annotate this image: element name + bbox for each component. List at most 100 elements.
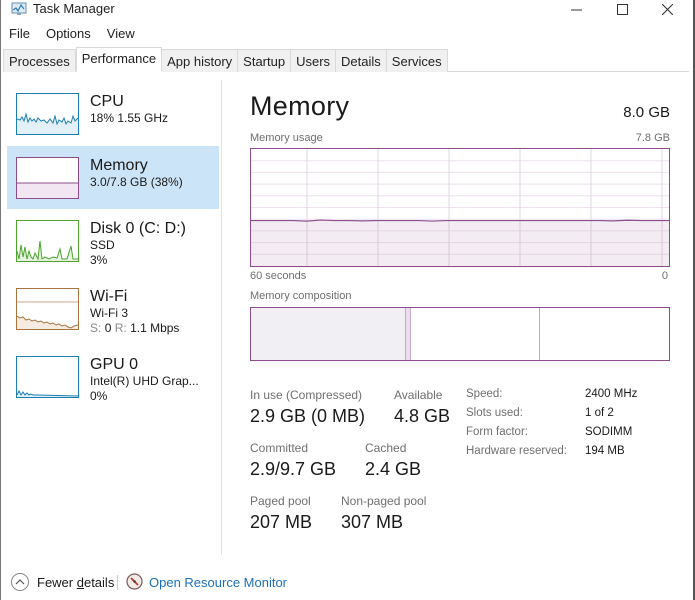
disk-label: Disk 0 (C: D:) bbox=[90, 220, 186, 237]
paged-pool-label: Paged pool bbox=[250, 494, 311, 508]
footer-divider bbox=[117, 575, 118, 590]
stat-available: Available 4.8 GB bbox=[394, 388, 450, 427]
graph-time-span: 60 seconds bbox=[250, 270, 307, 282]
disk-type: SSD bbox=[90, 238, 115, 252]
cached-label: Cached bbox=[365, 441, 407, 455]
memory-usage-max: 7.8 GB bbox=[635, 132, 670, 144]
minimize-icon bbox=[570, 9, 582, 10]
committed-value: 2.9/9.7 GB bbox=[250, 459, 337, 479]
wifi-send-label: S: bbox=[90, 321, 102, 335]
stat-cached: Cached 2.4 GB bbox=[365, 441, 421, 480]
paged-pool-value: 207 MB bbox=[250, 512, 313, 532]
menu-bar: File Options View bbox=[1, 25, 143, 45]
title-bar: Task Manager bbox=[1, 0, 693, 22]
tab-startup[interactable]: Startup bbox=[238, 49, 292, 72]
cpu-thumbnail-graph bbox=[16, 93, 79, 135]
spec-slots-key: Slots used: bbox=[466, 407, 523, 419]
fewer-details-suffix: etails bbox=[83, 575, 115, 590]
window-title: Task Manager bbox=[33, 1, 115, 16]
footer-bar: Fewer details Open Resource Monitor bbox=[1, 570, 693, 598]
disk-thumbnail-graph bbox=[16, 220, 79, 262]
cpu-usage: 18% 1.55 GHz bbox=[90, 111, 169, 125]
maximize-icon bbox=[616, 3, 628, 15]
in-use-value: 2.9 GB (0 MB) bbox=[250, 406, 366, 426]
memory-usage-line bbox=[251, 219, 669, 222]
tab-strip: Processes Performance App history Startu… bbox=[3, 47, 689, 72]
memory-usage-label: Memory usage bbox=[250, 132, 323, 144]
stat-non-paged-pool: Non-paged pool 307 MB bbox=[341, 494, 426, 533]
page-title: Memory bbox=[250, 91, 350, 121]
composition-free-segment bbox=[540, 308, 669, 360]
maximize-button[interactable] bbox=[599, 0, 645, 18]
graph-time-now: 0 bbox=[661, 270, 668, 282]
memory-usage-area bbox=[251, 220, 669, 266]
committed-label: Committed bbox=[250, 441, 309, 455]
spec-form-factor-value: SODIMM bbox=[585, 426, 633, 438]
wifi-adapter: Wi-Fi 3 bbox=[90, 306, 128, 320]
wifi-thumbnail-graph bbox=[16, 288, 79, 330]
cpu-label: CPU bbox=[90, 93, 124, 110]
tab-users[interactable]: Users bbox=[291, 49, 337, 72]
wifi-throughput: S: 0 R: 1.1 Mbps bbox=[90, 321, 179, 336]
spec-hardware-reserved-key: Hardware reserved: bbox=[466, 445, 567, 457]
tab-details[interactable]: Details bbox=[336, 49, 387, 72]
wifi-label: Wi-Fi bbox=[90, 288, 128, 305]
close-icon bbox=[661, 3, 673, 15]
memory-label: Memory bbox=[90, 157, 148, 174]
menu-file[interactable]: File bbox=[1, 25, 38, 45]
wifi-send-value: 0 bbox=[104, 321, 112, 335]
memory-composition-bar bbox=[250, 307, 670, 361]
sidebar-item-cpu[interactable]: CPU 18% 1.55 GHz bbox=[7, 82, 219, 145]
wifi-receive-label: R: bbox=[114, 321, 127, 335]
wifi-receive-value: 1.1 Mbps bbox=[130, 321, 180, 335]
spec-slots-value: 1 of 2 bbox=[585, 407, 614, 419]
available-label: Available bbox=[394, 388, 443, 402]
gpu-thumbnail-graph bbox=[16, 356, 79, 398]
close-button[interactable] bbox=[644, 0, 690, 18]
sidebar-item-gpu[interactable]: GPU 0 Intel(R) UHD Grap... 0% bbox=[7, 345, 219, 408]
resource-monitor-icon bbox=[126, 573, 143, 590]
non-paged-pool-label: Non-paged pool bbox=[341, 494, 427, 508]
spec-form-factor-key: Form factor: bbox=[466, 426, 528, 438]
available-value: 4.8 GB bbox=[394, 406, 451, 426]
spec-hardware-reserved-value: 194 MB bbox=[585, 445, 625, 457]
memory-total: 8.0 GB bbox=[623, 104, 670, 121]
in-use-label: In use (Compressed) bbox=[250, 388, 363, 402]
memory-composition-label: Memory composition bbox=[250, 290, 352, 302]
fewer-details-prefix: Fewer bbox=[37, 575, 77, 590]
gpu-model: Intel(R) UHD Grap... bbox=[90, 374, 199, 388]
fewer-details-button[interactable] bbox=[11, 573, 29, 591]
menu-options[interactable]: Options bbox=[38, 25, 99, 45]
open-resource-monitor-link[interactable]: Open Resource Monitor bbox=[149, 575, 287, 590]
stat-committed: Committed 2.9/9.7 GB bbox=[250, 441, 336, 480]
tab-app-history[interactable]: App history bbox=[162, 49, 239, 72]
spec-speed-value: 2400 MHz bbox=[585, 388, 638, 400]
task-manager-window: Task Manager File Options View Processes… bbox=[0, 0, 695, 600]
menu-view[interactable]: View bbox=[99, 25, 143, 45]
cached-value: 2.4 GB bbox=[365, 459, 422, 479]
sidebar-item-wifi[interactable]: Wi-Fi Wi-Fi 3 S: 0 R: 1.1 Mbps bbox=[7, 277, 219, 340]
memory-usage: 3.0/7.8 GB (38%) bbox=[90, 175, 183, 189]
task-manager-app-icon bbox=[11, 2, 27, 15]
sidebar-item-disk[interactable]: Disk 0 (C: D:) SSD 3% bbox=[7, 209, 219, 272]
sidebar-item-memory[interactable]: Memory 3.0/7.8 GB (38%) bbox=[7, 146, 219, 209]
tab-performance[interactable]: Performance bbox=[75, 47, 163, 72]
stat-paged-pool: Paged pool 207 MB bbox=[250, 494, 312, 533]
fewer-details-link[interactable]: Fewer details bbox=[37, 575, 114, 590]
tab-services[interactable]: Services bbox=[386, 49, 448, 72]
stat-in-use: In use (Compressed) 2.9 GB (0 MB) bbox=[250, 388, 365, 427]
composition-in-use-segment bbox=[251, 308, 406, 360]
performance-sidebar: CPU 18% 1.55 GHz Memory 3.0/7.8 GB (38%) bbox=[3, 80, 222, 555]
spec-speed-key: Speed: bbox=[466, 388, 503, 400]
memory-thumbnail-graph bbox=[16, 157, 79, 199]
fewer-details-accesskey: d bbox=[76, 575, 84, 590]
disk-usage: 3% bbox=[90, 253, 108, 267]
minimize-button[interactable] bbox=[553, 0, 599, 18]
non-paged-pool-value: 307 MB bbox=[341, 512, 404, 532]
composition-standby-segment bbox=[410, 308, 541, 360]
gpu-usage: 0% bbox=[90, 389, 108, 403]
tab-processes[interactable]: Processes bbox=[3, 49, 76, 72]
chevron-up-icon bbox=[15, 579, 25, 585]
gpu-label: GPU 0 bbox=[90, 356, 139, 373]
memory-usage-graph bbox=[250, 148, 670, 267]
